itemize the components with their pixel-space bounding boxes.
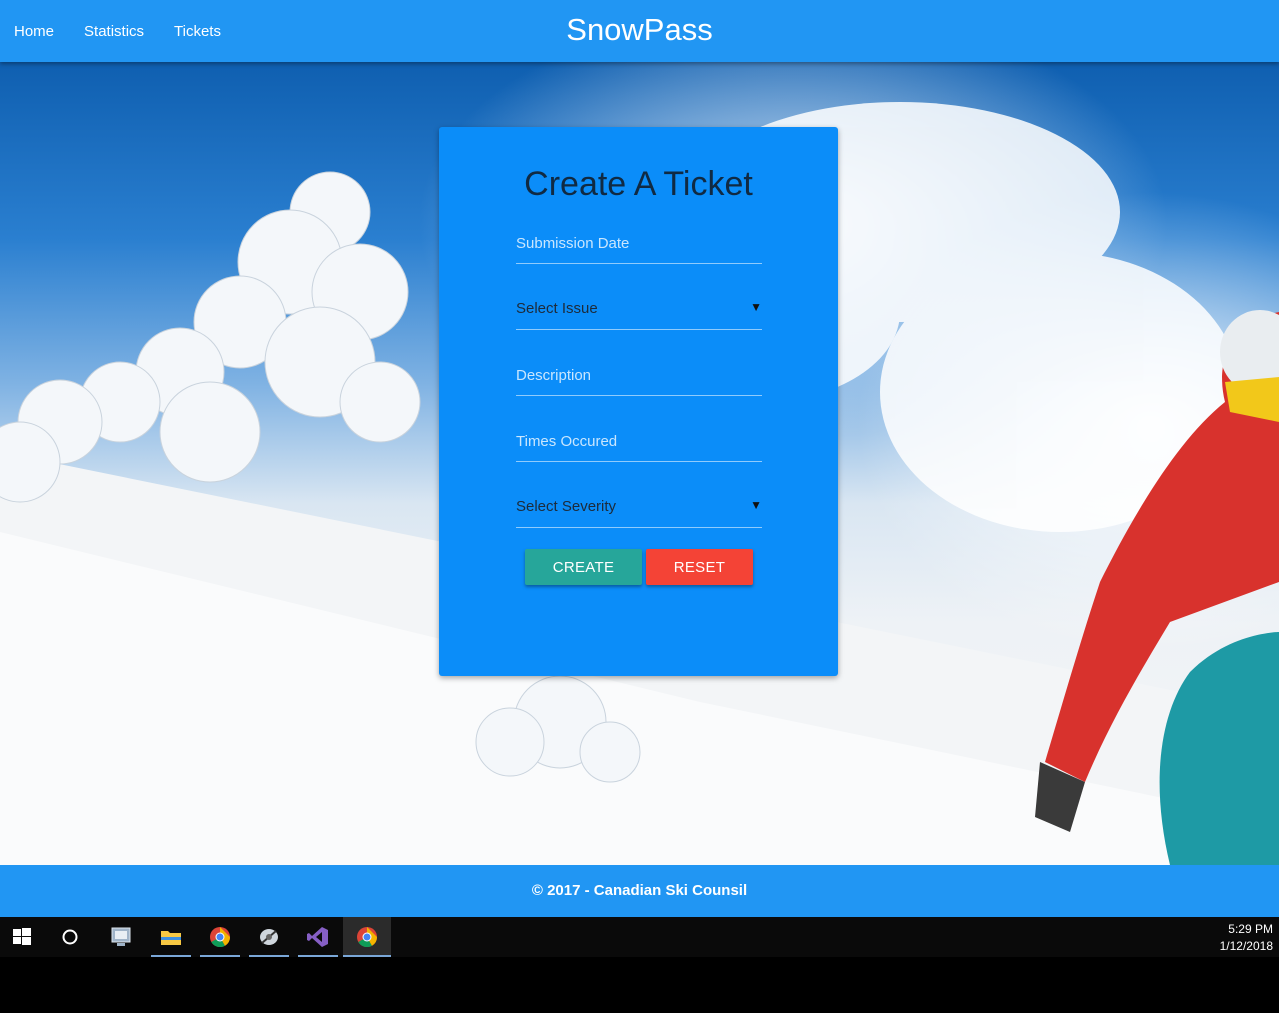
chrome-icon[interactable]	[343, 917, 391, 957]
create-button[interactable]: CREATE	[525, 549, 642, 585]
description-field	[516, 356, 762, 396]
times-occured-field	[516, 422, 762, 462]
issue-select[interactable]: Select Issue ▼	[516, 290, 762, 330]
nav-links: Home Statistics Tickets	[14, 0, 221, 62]
brand-logo-text[interactable]: SnowPass	[566, 12, 712, 47]
windows-taskbar: 5:29 PM 1/12/2018	[0, 917, 1279, 957]
audio-app-icon[interactable]	[249, 917, 289, 957]
chrome-icon[interactable]	[200, 917, 240, 957]
nav-link-home[interactable]: Home	[14, 23, 54, 40]
footer-copyright: © 2017 - Canadian Ski Counsil	[531, 882, 748, 899]
system-clock[interactable]: 5:29 PM 1/12/2018	[1220, 921, 1273, 955]
reset-button[interactable]: RESET	[646, 549, 753, 585]
clock-date: 1/12/2018	[1219, 939, 1273, 953]
visual-studio-icon[interactable]	[298, 917, 338, 957]
task-view-icon[interactable]	[101, 917, 141, 957]
severity-select[interactable]: Select Severity ▼	[516, 488, 762, 528]
card-title: Create A Ticket	[524, 165, 753, 203]
windows-start-icon[interactable]	[2, 917, 42, 957]
nav-link-tickets[interactable]: Tickets	[174, 23, 221, 40]
create-ticket-card: Create A Ticket Select Issue ▼ Select Se…	[439, 127, 838, 676]
nav-link-statistics[interactable]: Statistics	[84, 23, 144, 40]
clock-time: 5:29 PM	[1228, 922, 1273, 936]
severity-select-label: Select Severity	[516, 498, 617, 515]
top-navbar: Home Statistics Tickets SnowPass	[0, 0, 1279, 62]
description-input[interactable]	[516, 356, 762, 394]
file-explorer-icon[interactable]	[151, 917, 191, 957]
screen-black-area	[0, 957, 1279, 1013]
dropdown-arrow-icon: ▼	[750, 300, 762, 314]
submission-date-field	[516, 224, 762, 264]
times-occured-input[interactable]	[516, 422, 762, 460]
issue-select-label: Select Issue	[516, 300, 598, 317]
cortana-search-icon[interactable]	[50, 917, 90, 957]
page-footer: © 2017 - Canadian Ski Counsil	[0, 865, 1279, 917]
submission-date-input[interactable]	[516, 224, 762, 262]
dropdown-arrow-icon: ▼	[750, 498, 762, 512]
